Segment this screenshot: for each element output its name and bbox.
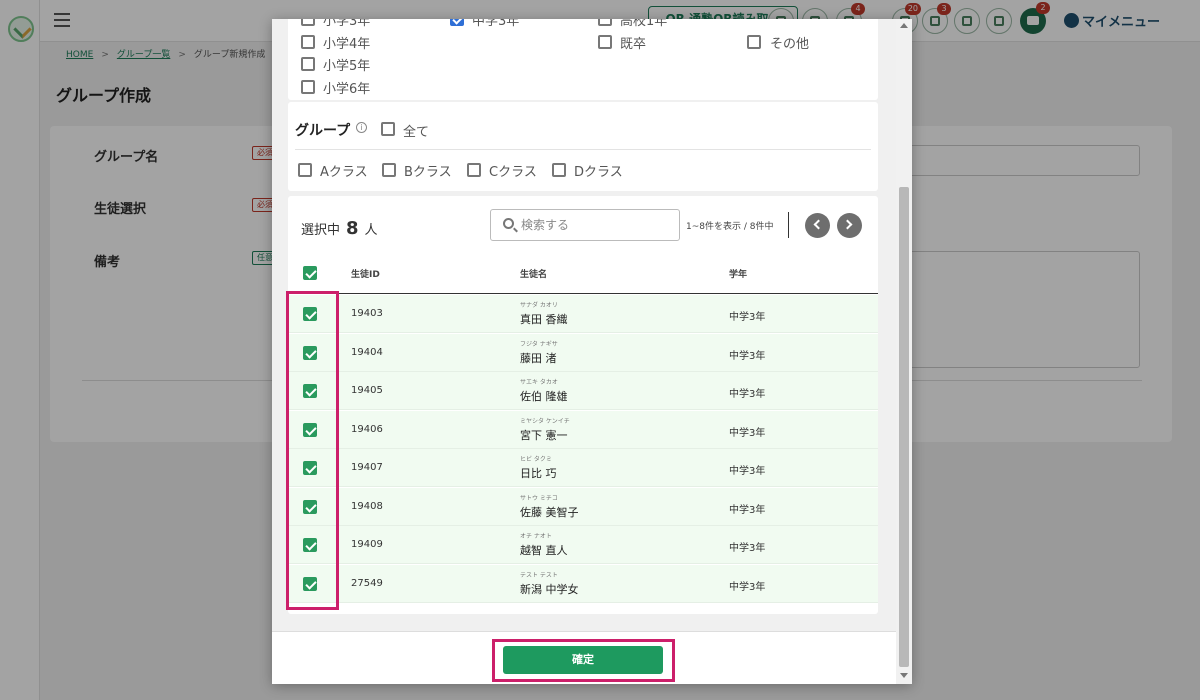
chevron-left-icon <box>813 219 824 230</box>
student-id: 27549 <box>351 577 383 589</box>
grade-checkbox-2[interactable] <box>598 19 612 26</box>
selected-unit: 人 <box>364 223 378 238</box>
student-kana: フジタ ナギサ <box>520 340 558 348</box>
student-kana: サナダ カオリ <box>520 302 558 309</box>
modal-scrollbar[interactable] <box>896 19 912 684</box>
group-all-label: 全て <box>403 125 430 140</box>
class-d-label: Dクラス <box>574 165 623 180</box>
student-grade: 中学3年 <box>729 427 766 439</box>
student-id: 19403 <box>351 308 383 319</box>
student-name: 藤田 渚 <box>520 351 557 365</box>
grade-filter-panel: 小学3年 中学3年 高校1年 小学4年 既卒 その他 小学5年 小学6年 <box>288 19 878 100</box>
grade-checkbox-1[interactable] <box>450 19 464 26</box>
group-all-checkbox[interactable] <box>381 122 395 136</box>
grade-checkbox-7[interactable] <box>301 80 315 94</box>
chevron-right-icon <box>842 219 853 230</box>
student-name: 新潟 中学女 <box>520 582 579 596</box>
column-header-name: 生徒名 <box>520 270 548 280</box>
student-name: 日比 巧 <box>520 467 557 480</box>
student-kana: ヒビ タクミ <box>520 456 552 463</box>
grade-checkbox-5[interactable] <box>747 35 761 49</box>
prev-page-button[interactable] <box>805 213 830 238</box>
class-c-label: Cクラス <box>489 165 537 180</box>
student-table-panel: 選択中 8人 1~8件を表示 / 8件中 生徒ID 生徒名 学年 19403 サナダ… <box>288 196 878 614</box>
class-d-checkbox[interactable] <box>552 163 566 177</box>
student-id: 19407 <box>351 462 383 473</box>
divider <box>295 149 871 150</box>
grade-checkbox-4[interactable] <box>598 35 612 49</box>
grade-checkbox-0[interactable] <box>301 19 315 26</box>
student-id: 19405 <box>351 385 383 396</box>
selected-count: 選択中 8 人 <box>301 218 378 239</box>
student-grade: 中学3年 <box>729 543 766 554</box>
select-all-checkbox[interactable] <box>303 266 317 280</box>
student-name: 宮下 憲一 <box>520 428 568 442</box>
grade-label-6: 小学5年 <box>323 59 371 74</box>
student-kana: オチ ナオト <box>520 533 552 540</box>
modal-scroll-area: 小学3年 中学3年 高校1年 小学4年 既卒 その他 小学5年 小学6年 グルー… <box>272 19 896 631</box>
divider <box>788 212 789 238</box>
info-icon[interactable]: i <box>356 122 367 133</box>
selected-count-value: 8 <box>346 218 359 239</box>
class-a-checkbox[interactable] <box>298 163 312 177</box>
student-name: 佐伯 隆雄 <box>520 390 568 403</box>
group-filter-panel: グループ i 全て Aクラス Bクラス Cクラス Dクラス <box>288 102 878 191</box>
student-grade: 中学3年 <box>729 350 766 362</box>
student-kana: サエキ タカオ <box>520 379 558 386</box>
grade-label-5: その他 <box>770 37 810 52</box>
grade-label-4: 既卒 <box>620 37 647 52</box>
scroll-up-arrow-icon[interactable] <box>900 23 908 28</box>
search-input[interactable] <box>521 216 671 234</box>
student-name: 真田 香織 <box>520 313 568 326</box>
grade-label-0: 小学3年 <box>323 19 371 29</box>
confirm-button-highlight <box>492 639 675 682</box>
student-id: 19404 <box>351 346 383 358</box>
next-page-button[interactable] <box>837 213 862 238</box>
student-grade: 中学3年 <box>729 466 766 477</box>
student-id: 19409 <box>351 539 383 550</box>
student-name: 越智 直人 <box>520 544 568 557</box>
grade-label-7: 小学6年 <box>323 82 371 97</box>
table-row[interactable]: 19408 サトウ ミチコ佐藤 美智子 中学3年 <box>288 487 878 526</box>
student-grade: 中学3年 <box>729 581 766 593</box>
student-kana: テスト テスト <box>520 571 558 579</box>
table-row[interactable]: 19404 フジタ ナギサ藤田 渚 中学3年 <box>288 333 878 372</box>
scroll-thumb[interactable] <box>899 187 909 667</box>
grade-checkbox-6[interactable] <box>301 57 315 71</box>
table-row[interactable]: 19403 サナダ カオリ真田 香織 中学3年 <box>288 295 878 333</box>
student-kana: ミヤシタ ケンイチ <box>520 417 570 425</box>
student-id: 19408 <box>351 500 383 512</box>
column-header-grade: 学年 <box>729 270 748 280</box>
grade-label-1: 中学3年 <box>472 19 520 29</box>
table-row[interactable]: 27549 テスト テスト新潟 中学女 中学3年 <box>288 564 878 603</box>
student-grade: 中学3年 <box>729 312 766 323</box>
grade-label-3: 小学4年 <box>323 37 371 52</box>
class-c-checkbox[interactable] <box>467 163 481 177</box>
selected-label: 選択中 <box>301 223 341 238</box>
student-select-modal: 小学3年 中学3年 高校1年 小学4年 既卒 その他 小学5年 小学6年 グルー… <box>272 19 912 684</box>
pagination-info: 1~8件を表示 / 8件中 <box>686 222 774 232</box>
student-grade: 中学3年 <box>729 389 766 400</box>
grade-checkbox-3[interactable] <box>301 35 315 49</box>
table-row[interactable]: 19406 ミヤシタ ケンイチ宮下 憲一 中学3年 <box>288 410 878 449</box>
search-box <box>490 209 680 241</box>
table-row[interactable]: 19407 ヒビ タクミ日比 巧 中学3年 <box>288 449 878 487</box>
table-row[interactable]: 19409 オチ ナオト越智 直人 中学3年 <box>288 526 878 564</box>
class-a-label: Aクラス <box>320 165 368 180</box>
column-header-id: 生徒ID <box>351 270 380 280</box>
grade-label-2: 高校1年 <box>620 19 668 29</box>
group-filter-title: グループ <box>295 123 351 139</box>
student-kana: サトウ ミチコ <box>520 494 558 502</box>
table-row[interactable]: 19405 サエキ タカオ佐伯 隆雄 中学3年 <box>288 372 878 410</box>
table-header: 生徒ID 生徒名 学年 <box>288 254 878 294</box>
class-b-checkbox[interactable] <box>382 163 396 177</box>
search-icon <box>503 218 514 229</box>
student-name: 佐藤 美智子 <box>520 505 579 519</box>
class-b-label: Bクラス <box>404 165 452 180</box>
checkbox-column-highlight <box>286 291 339 610</box>
student-grade: 中学3年 <box>729 504 766 516</box>
scroll-down-arrow-icon[interactable] <box>900 673 908 678</box>
student-id: 19406 <box>351 423 383 435</box>
